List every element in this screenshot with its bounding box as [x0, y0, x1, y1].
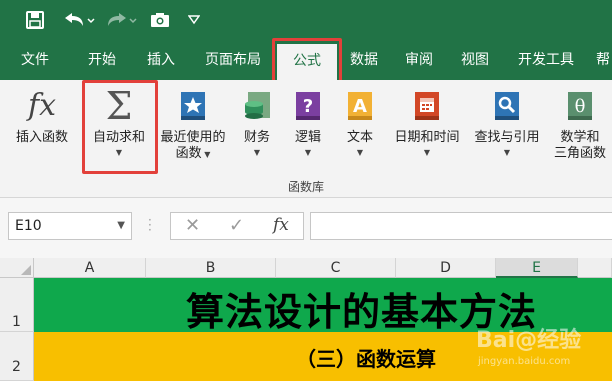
enter-icon[interactable]: ✓ [229, 215, 244, 236]
tab-page-layout[interactable]: 页面布局 [196, 40, 270, 80]
tab-home[interactable]: 开始 [76, 40, 128, 80]
highlight-formulas-tab [272, 38, 342, 84]
save-icon[interactable] [22, 6, 48, 34]
tab-data[interactable]: 数据 [340, 40, 388, 80]
tab-insert[interactable]: 插入 [136, 40, 186, 80]
baidu-watermark: Bai@经验 jingyan.baidu.com [470, 318, 612, 378]
tab-developer[interactable]: 开发工具 [510, 40, 582, 80]
chevron-down-icon: ▼ [304, 148, 312, 157]
text-label: 文本 [346, 130, 373, 145]
lookup-reference-label: 查找与引用 [474, 130, 540, 145]
logical-button[interactable]: ? 逻辑 ▼ [286, 86, 330, 158]
column-header-e[interactable]: E [496, 258, 578, 278]
select-all-corner[interactable] [0, 258, 34, 278]
column-header-c[interactable]: C [276, 258, 396, 278]
math-trig-label-2: 三角函数 [553, 146, 606, 161]
column-header-b[interactable]: B [146, 258, 276, 278]
tab-view[interactable]: 视图 [452, 40, 498, 80]
formula-bar-grip-icon[interactable]: · · · [148, 214, 152, 236]
math-trig-button[interactable]: θ 数学和 三角函数 [548, 86, 612, 162]
math-trig-label-1: 数学和 [560, 130, 600, 145]
star-book-icon [154, 86, 232, 126]
fx-icon: fx [27, 88, 57, 123]
formula-buttons: ✕ ✓ fx [170, 212, 304, 240]
cancel-icon[interactable]: ✕ [185, 215, 200, 236]
name-box-value: E10 [15, 218, 42, 234]
date-time-label: 日期和时间 [394, 130, 460, 145]
question-book-icon: ? [286, 86, 330, 126]
logical-label: 逻辑 [294, 130, 321, 145]
chevron-down-icon: ▼ [253, 148, 261, 157]
financial-button[interactable]: 财务 ▼ [236, 86, 278, 158]
formula-input[interactable] [310, 212, 612, 240]
theta-book-icon: θ [548, 86, 612, 126]
tab-review[interactable]: 审阅 [396, 40, 442, 80]
svg-text:A: A [353, 96, 367, 117]
text-button[interactable]: A 文本 ▼ [338, 86, 382, 158]
recently-used-label-1: 最近使用的 [160, 130, 226, 145]
financial-label: 财务 [243, 130, 270, 145]
insert-function-label: 插入函数 [15, 130, 68, 145]
tab-file[interactable]: 文件 [10, 40, 60, 80]
row-header-1[interactable]: 1 [0, 278, 34, 332]
name-box[interactable]: E10 ▼ [8, 212, 132, 240]
column-header-d[interactable]: D [396, 258, 496, 278]
column-header-a[interactable]: A [34, 258, 146, 278]
customize-qat-icon[interactable] [184, 6, 204, 34]
column-header-f[interactable] [578, 258, 612, 278]
calendar-icon [386, 86, 468, 126]
chevron-down-icon: ▼ [423, 148, 431, 157]
redo-icon[interactable] [104, 6, 138, 34]
tab-help[interactable]: 帮 [596, 40, 612, 80]
watermark-text: Bai@经验 [476, 328, 582, 353]
insert-function-button[interactable]: fx 插入函数 [6, 86, 78, 146]
svg-text:θ: θ [575, 96, 586, 117]
formula-bar: E10 ▼ · · · ✕ ✓ fx [0, 198, 612, 258]
text-book-icon: A [338, 86, 382, 126]
undo-icon[interactable] [60, 6, 96, 34]
recently-used-label-2: 函数 [175, 146, 202, 161]
highlight-autosum [82, 80, 158, 174]
svg-text:?: ? [303, 96, 313, 117]
coins-icon [236, 86, 278, 126]
row-header-2[interactable]: 2 [0, 332, 34, 381]
date-time-button[interactable]: 日期和时间 ▼ [386, 86, 468, 158]
function-library-label: 函数库 [287, 180, 324, 194]
camera-icon[interactable] [148, 6, 172, 34]
lookup-reference-button[interactable]: 查找与引用 ▼ [466, 86, 548, 158]
magnifier-book-icon [466, 86, 548, 126]
chevron-down-icon: ▼ [356, 148, 364, 157]
recently-used-button[interactable]: 最近使用的 函数 ▼ [154, 86, 232, 163]
chevron-down-icon[interactable]: ▼ [117, 213, 125, 239]
watermark-url: jingyan.baidu.com [478, 356, 571, 367]
quick-access-toolbar [0, 0, 612, 40]
sheet-subtitle: （三）函数运算 [296, 347, 436, 371]
insert-function-fx-icon[interactable]: fx [273, 215, 289, 235]
chevron-down-icon: ▼ [503, 148, 511, 157]
